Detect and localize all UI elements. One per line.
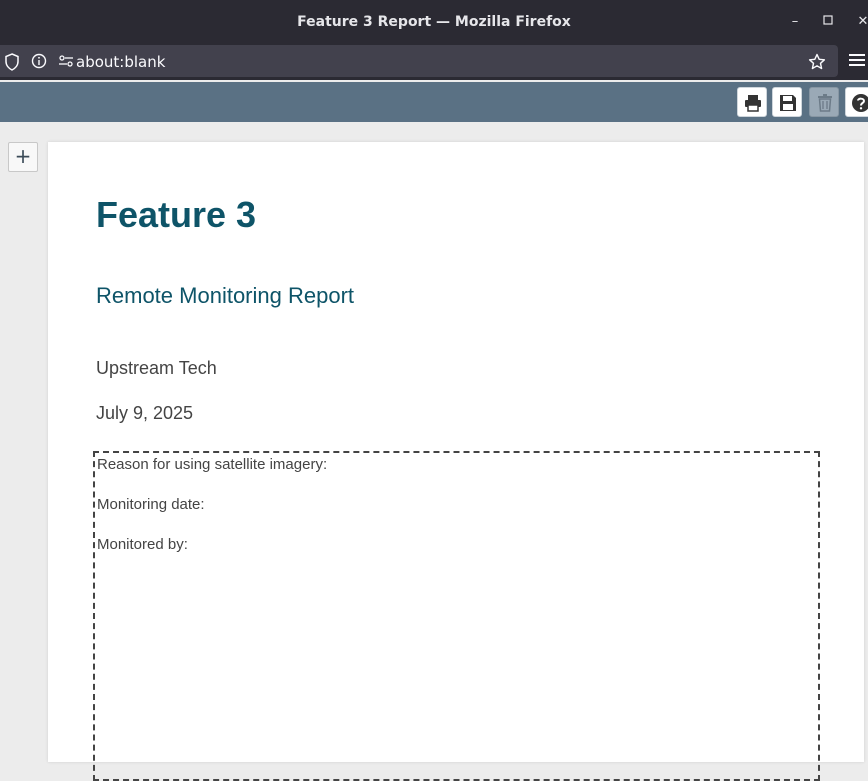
report-title[interactable]: Feature 3: [96, 194, 256, 236]
monitored-by-field-label: Monitored by:: [97, 536, 188, 553]
floppy-disk-icon: [780, 95, 796, 111]
save-button[interactable]: [772, 87, 802, 117]
hamburger-menu-icon[interactable]: [849, 54, 865, 68]
trash-icon: [818, 94, 832, 112]
info-icon[interactable]: [31, 53, 49, 71]
monitoring-date-field-label: Monitoring date:: [97, 496, 205, 513]
minimize-button[interactable]: –: [785, 12, 805, 32]
print-button[interactable]: [737, 87, 767, 117]
url-bar[interactable]: about:blank: [0, 45, 838, 77]
window-titlebar: Feature 3 Report — Mozilla Firefox – ✕: [0, 0, 868, 44]
report-toolbar: [0, 82, 868, 122]
shield-icon[interactable]: [4, 53, 22, 71]
window-title: Feature 3 Report — Mozilla Firefox: [297, 14, 571, 30]
report-page: Feature 3 Remote Monitoring Report Upstr…: [48, 142, 864, 781]
maximize-button[interactable]: [818, 12, 838, 32]
monitoring-notes-box[interactable]: Reason for using satellite imagery: Moni…: [93, 451, 820, 781]
report-organization[interactable]: Upstream Tech: [96, 358, 217, 379]
maximize-icon: [823, 15, 833, 25]
help-button[interactable]: [845, 87, 868, 117]
left-margin: [0, 122, 48, 751]
browser-navbar: about:blank: [0, 44, 868, 80]
add-section-button[interactable]: +: [8, 142, 38, 172]
question-circle-icon: [852, 94, 868, 112]
reason-field-label: Reason for using satellite imagery:: [97, 456, 328, 473]
report-date[interactable]: July 9, 2025: [96, 403, 193, 424]
report-subtitle[interactable]: Remote Monitoring Report: [96, 283, 354, 309]
delete-button[interactable]: [809, 87, 839, 117]
bookmark-star-icon[interactable]: [808, 53, 826, 71]
permissions-icon[interactable]: [58, 53, 76, 71]
printer-icon: [745, 95, 761, 112]
url-text[interactable]: about:blank: [76, 53, 165, 71]
close-button[interactable]: ✕: [853, 12, 868, 32]
